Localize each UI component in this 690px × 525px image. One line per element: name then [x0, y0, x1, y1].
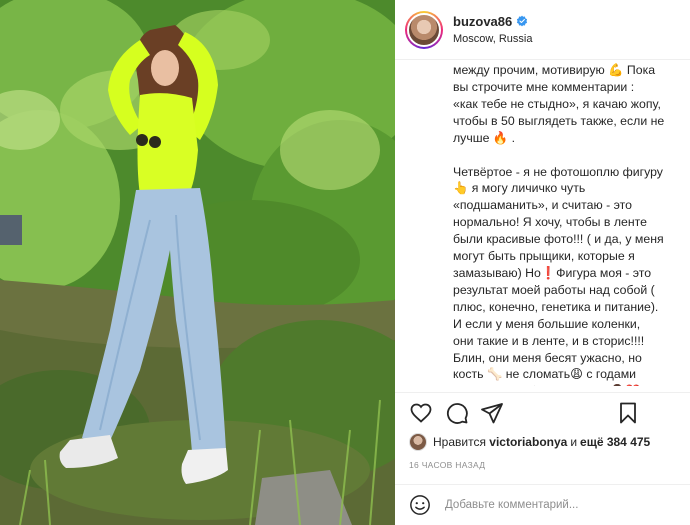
post-photo[interactable]	[0, 0, 395, 525]
caption-paragraph-1: между прочим, мотивирую 💪 Пока вы строчит…	[453, 62, 685, 147]
caption-line: Блин, они меня бесят ужасно, но	[453, 350, 642, 365]
caption-line: научилась себя принимать 🤷‍♀️❤️.	[453, 383, 685, 386]
bookmark-icon[interactable]	[616, 401, 640, 425]
comment-icon[interactable]	[445, 401, 469, 425]
post-actions-bar	[395, 392, 690, 432]
username-link[interactable]: buzova86	[453, 14, 528, 29]
likes-count-link[interactable]: ещё 384 475	[580, 435, 650, 449]
location-link[interactable]: Moscow, Russia	[453, 33, 532, 45]
heart-icon[interactable]	[409, 401, 433, 425]
photo-illustration	[0, 0, 395, 525]
caption-line: лучше 🔥 .	[453, 130, 515, 145]
caption-line: результат моей работы над собой (	[453, 282, 655, 297]
caption-line: замазываю) Но❗Фигура моя - это	[453, 265, 652, 280]
liker-avatar[interactable]	[409, 433, 427, 451]
smile-icon[interactable]	[409, 494, 431, 516]
verified-icon	[517, 15, 528, 27]
likes-connector: и	[570, 435, 578, 449]
caption-line: И если у меня большие коленки,	[453, 316, 641, 331]
caption-line: плюс, конечно, генетика и питание).	[453, 299, 659, 314]
post-caption: между прочим, мотивирую 💪 Пока вы строчит…	[453, 62, 685, 386]
share-icon[interactable]	[480, 401, 504, 425]
caption-line: «подшаманить», и считаю - это	[453, 198, 633, 213]
caption-line: были красивые фото!!! ( и да, у меня	[453, 232, 664, 247]
profile-avatar[interactable]	[405, 11, 443, 49]
caption-paragraph-2: Четвёртое - я не фотошоплю фигуру 👆 я мог…	[453, 164, 685, 386]
caption-line: чтобы в 50 выглядеть также, если не	[453, 113, 665, 128]
caption-line: кость 🦴 не сломать😩 с годами	[453, 367, 637, 382]
caption-line: Четвёртое - я не фотошоплю фигуру	[453, 164, 663, 179]
likes-summary: Нравится victoriabonya и ещё 384 475	[409, 433, 650, 451]
post-timestamp[interactable]: 16 часов назад	[409, 460, 485, 470]
likes-prefix: Нравится	[433, 435, 486, 449]
post-side-panel: buzova86 Moscow, Russia между прочим, мо…	[395, 0, 690, 525]
add-comment-bar	[395, 484, 690, 525]
caption-line: вы строчите мне комментарии :	[453, 79, 635, 94]
avatar-image	[407, 13, 441, 47]
username-text[interactable]: buzova86	[453, 14, 512, 29]
caption-line: 👆 я могу личичко чуть	[453, 181, 586, 196]
post-header: buzova86 Moscow, Russia	[395, 0, 690, 60]
caption-line: могут быть прыщики, которые я	[453, 249, 635, 264]
caption-line: нормально! Я хочу, чтобы в ленте	[453, 215, 647, 230]
comment-input[interactable]	[445, 493, 645, 517]
caption-line: они такие и в ленте, и в сторис!!!!	[453, 333, 645, 348]
caption-line: между прочим, мотивирую 💪 Пока	[453, 63, 656, 77]
caption-line: «как тебе не стыдно», я качаю жопу,	[453, 96, 661, 111]
liker-username[interactable]: victoriabonya	[489, 435, 567, 449]
